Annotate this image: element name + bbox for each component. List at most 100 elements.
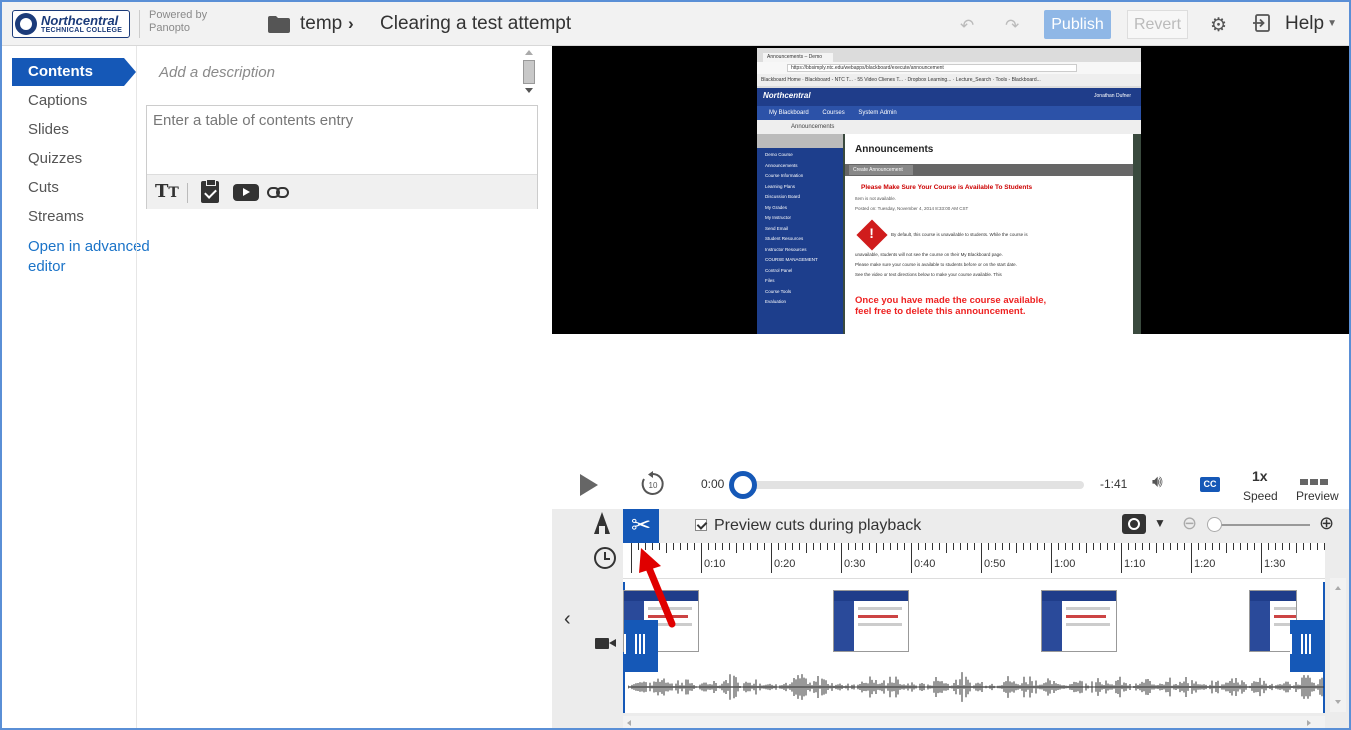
- bb-user: Jonathan Dufner: [1094, 93, 1131, 99]
- scroll-down-icon[interactable]: [525, 88, 533, 93]
- ruler-tick: [1233, 543, 1234, 550]
- toc-entry-input[interactable]: Enter a table of contents entry: [153, 112, 353, 129]
- bb-brand: Northcentral: [763, 91, 811, 100]
- bb-msg-line: Please make sure your course is availabl…: [855, 262, 1017, 267]
- nav-item-streams[interactable]: Streams: [28, 208, 84, 225]
- link-icon[interactable]: [267, 182, 289, 204]
- open-advanced-editor-link[interactable]: Open in advanced editor: [28, 237, 153, 277]
- help-label: Help: [1285, 13, 1325, 34]
- nav-item-captions[interactable]: Captions: [28, 92, 87, 109]
- preview-layout-icon[interactable]: [1300, 472, 1330, 485]
- bb-menu-item: Send Email: [765, 225, 789, 231]
- session-title[interactable]: Clearing a test attempt: [380, 13, 571, 35]
- speed-value[interactable]: 1x: [1252, 468, 1268, 484]
- gear-icon[interactable]: ⚙: [1210, 14, 1227, 37]
- play-icon[interactable]: [580, 474, 598, 496]
- scroll-right-icon[interactable]: [1307, 720, 1311, 726]
- ruler-tick: [911, 543, 912, 573]
- quiz-icon[interactable]: [201, 179, 219, 203]
- ruler-tick: [743, 543, 744, 550]
- scroll-down-icon[interactable]: [1335, 700, 1341, 704]
- bb-nav-item: System Admin: [858, 110, 897, 116]
- ruler-tick: [1275, 543, 1276, 550]
- publish-button[interactable]: Publish: [1044, 10, 1111, 39]
- description-input[interactable]: Add a description: [159, 64, 275, 81]
- ruler-tick: [967, 543, 968, 550]
- ruler-tick: [701, 543, 702, 573]
- remaining-time: -1:41: [1100, 477, 1128, 491]
- help-menu[interactable]: Help ▼: [1285, 13, 1337, 35]
- youtube-icon[interactable]: [233, 184, 259, 201]
- preview-cuts-checkbox[interactable]: [695, 519, 707, 531]
- camera-icon[interactable]: [1122, 514, 1146, 534]
- time-ruler[interactable]: 0:10 0:20 0:30 0:40 0:50 1:00 1:10 1:20 1:30: [623, 543, 1325, 579]
- track-thumbnail: [1041, 590, 1117, 652]
- powered-by-label: Powered by Panopto: [149, 9, 208, 34]
- speed-label[interactable]: Speed: [1243, 489, 1278, 503]
- closed-captions-button[interactable]: CC: [1200, 477, 1220, 492]
- ruler-tick: [932, 543, 933, 550]
- zoom-in-icon[interactable]: ⊕: [1319, 513, 1334, 534]
- ruler-tick: [946, 543, 947, 553]
- ruler-label: 0:30: [844, 558, 866, 570]
- ruler-tick: [813, 543, 814, 550]
- ruler-tick: [771, 543, 772, 573]
- ruler-tick: [1226, 543, 1227, 553]
- ruler-label: 0:10: [704, 558, 726, 570]
- bb-menu-item: Control Panel: [765, 267, 793, 273]
- audio-waveform: [628, 672, 1324, 702]
- zoom-out-icon[interactable]: ⊖: [1182, 513, 1197, 534]
- scissors-icon[interactable]: ✂: [623, 509, 659, 543]
- text-format-icon[interactable]: TT: [155, 181, 179, 202]
- ruler-tick: [890, 543, 891, 550]
- app-window: Northcentral TECHNICAL COLLEGE Powered b…: [0, 0, 1351, 730]
- seek-bar[interactable]: [730, 481, 1084, 489]
- warning-icon: [856, 219, 888, 251]
- scroll-left-icon[interactable]: [627, 720, 631, 726]
- ruler-tick: [715, 543, 716, 550]
- scroll-thumb[interactable]: [523, 60, 535, 84]
- zoom-slider[interactable]: [1214, 524, 1310, 526]
- ruler-tick: [1198, 543, 1199, 550]
- volume-icon[interactable]: 🔊︎: [1152, 472, 1163, 492]
- top-bar: Northcentral TECHNICAL COLLEGE Powered b…: [2, 2, 1349, 46]
- nav-item-cuts[interactable]: Cuts: [28, 179, 59, 196]
- description-scrollbar[interactable]: [521, 48, 537, 96]
- breadcrumb-folder[interactable]: temp: [300, 13, 342, 35]
- annotation-arrow-icon: [639, 548, 676, 628]
- scroll-up-icon[interactable]: [1335, 586, 1341, 590]
- preview-cuts-label[interactable]: Preview cuts during playback: [714, 517, 921, 535]
- timeline-vertical-scrollbar[interactable]: [1330, 578, 1346, 712]
- ruler-tick: [694, 543, 695, 550]
- nav-item-quizzes[interactable]: Quizzes: [28, 150, 82, 167]
- caret-down-icon[interactable]: ▼: [1154, 516, 1166, 530]
- ruler-tick: [855, 543, 856, 550]
- bb-menu-item: Learning Plans: [765, 183, 796, 189]
- ruler-tick: [750, 543, 751, 550]
- nav-item-slides[interactable]: Slides: [28, 121, 69, 138]
- collapse-left-icon[interactable]: ‹: [564, 608, 571, 631]
- ruler-tick: [876, 543, 877, 553]
- revert-button[interactable]: Revert: [1127, 10, 1188, 39]
- select-pointer-icon[interactable]: [594, 512, 610, 534]
- nav-item-contents[interactable]: Contents: [12, 58, 136, 86]
- preview-label[interactable]: Preview: [1296, 489, 1339, 503]
- exit-editor-icon[interactable]: [1252, 13, 1272, 33]
- trim-end-handle[interactable]: [1290, 620, 1324, 672]
- seek-handle[interactable]: [729, 471, 757, 499]
- timeline-horizontal-scrollbar[interactable]: [623, 716, 1325, 728]
- bb-course-menu: Demo Course Announcements Course Informati…: [757, 134, 843, 334]
- ruler-label: 0:50: [984, 558, 1006, 570]
- ruler-tick: [820, 543, 821, 550]
- ruler-tick: [1114, 543, 1115, 550]
- bb-msg-line: Item is not available.: [855, 196, 897, 201]
- undo-icon[interactable]: ↶: [960, 16, 974, 36]
- toc-entry-box[interactable]: Enter a table of contents entry TT: [146, 105, 538, 209]
- rewind-10-icon[interactable]: 10: [639, 470, 667, 498]
- ruler-tick: [974, 543, 975, 550]
- scroll-up-icon[interactable]: [525, 50, 533, 55]
- ruler-tick: [827, 543, 828, 550]
- zoom-slider-handle[interactable]: [1207, 517, 1222, 532]
- bb-create-button: Create Announcement: [849, 165, 913, 175]
- redo-icon[interactable]: ↷: [1005, 16, 1019, 36]
